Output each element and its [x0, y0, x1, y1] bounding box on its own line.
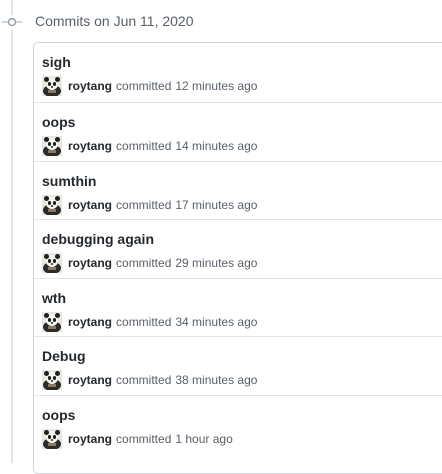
commit-author[interactable]: roytang	[68, 198, 112, 212]
commit-time[interactable]: 12 minutes ago	[175, 79, 257, 93]
panda-avatar-icon[interactable]	[42, 194, 62, 215]
commit-verb: committed	[116, 431, 172, 446]
commit-meta: roytang committed 17 minutes ago	[42, 194, 257, 215]
commit-item: oops roytang committed 1 hour ago	[34, 394, 442, 454]
commit-title[interactable]: oops	[42, 114, 75, 130]
panda-avatar-icon[interactable]	[42, 253, 62, 273]
commit-time[interactable]: 17 minutes ago	[175, 198, 257, 212]
commit-title[interactable]: sumthin	[42, 173, 96, 189]
commit-meta: roytang committed 34 minutes ago	[42, 311, 257, 332]
commit-time[interactable]: 14 minutes ago	[175, 139, 257, 153]
commit-time[interactable]: 29 minutes ago	[175, 256, 257, 270]
commit-author[interactable]: roytang	[68, 256, 112, 270]
commit-title[interactable]: Debug	[42, 348, 86, 364]
commit-title[interactable]: oops	[42, 407, 75, 423]
commit-list: sigh roytang committed 12 minutes ago oo…	[33, 42, 442, 474]
commit-author[interactable]: roytang	[68, 79, 112, 93]
commit-title[interactable]: wth	[42, 290, 66, 306]
commit-item: oops roytang committed 14 minutes ago	[34, 102, 442, 161]
commit-meta: roytang committed 29 minutes ago	[42, 253, 257, 273]
commit-author[interactable]: roytang	[68, 139, 112, 153]
commit-verb: committed	[116, 256, 172, 270]
commit-verb: committed	[116, 79, 172, 93]
panda-avatar-icon[interactable]	[42, 370, 62, 390]
panda-avatar-icon[interactable]	[42, 428, 62, 449]
commit-verb: committed	[116, 139, 172, 153]
commit-item: sigh roytang committed 12 minutes ago	[34, 43, 442, 102]
commit-time[interactable]: 38 minutes ago	[175, 373, 257, 387]
commit-meta: roytang committed 38 minutes ago	[42, 370, 257, 390]
commit-verb: committed	[116, 197, 172, 212]
commit-item: sumthin roytang committed 17 minutes ago	[34, 160, 442, 220]
commit-group-date: Commits on Jun 11, 2020	[35, 13, 194, 29]
git-commit-icon	[2, 15, 22, 29]
commit-verb: committed	[116, 373, 172, 387]
commit-item: debugging again roytang committed 29 min…	[34, 219, 442, 278]
commit-title[interactable]: sigh	[42, 54, 71, 70]
timeline-line	[11, 0, 13, 463]
commit-title[interactable]: debugging again	[42, 231, 154, 247]
panda-avatar-icon[interactable]	[42, 311, 62, 332]
commit-time[interactable]: 34 minutes ago	[175, 315, 257, 329]
panda-avatar-icon[interactable]	[42, 76, 62, 96]
commit-meta: roytang committed 1 hour ago	[42, 428, 233, 449]
commit-meta: roytang committed 12 minutes ago	[42, 76, 257, 96]
commit-group-header: Commits on Jun 11, 2020	[0, 8, 442, 36]
commit-meta: roytang committed 14 minutes ago	[42, 136, 257, 156]
commit-author[interactable]: roytang	[68, 432, 112, 446]
commit-verb: committed	[116, 314, 172, 329]
commit-time[interactable]: 1 hour ago	[175, 432, 232, 446]
commit-author[interactable]: roytang	[68, 373, 112, 387]
commit-author[interactable]: roytang	[68, 315, 112, 329]
panda-avatar-icon[interactable]	[42, 136, 62, 156]
commit-item: Debug roytang committed 38 minutes ago	[34, 336, 442, 395]
commit-item: wth roytang committed 34 minutes ago	[34, 277, 442, 337]
